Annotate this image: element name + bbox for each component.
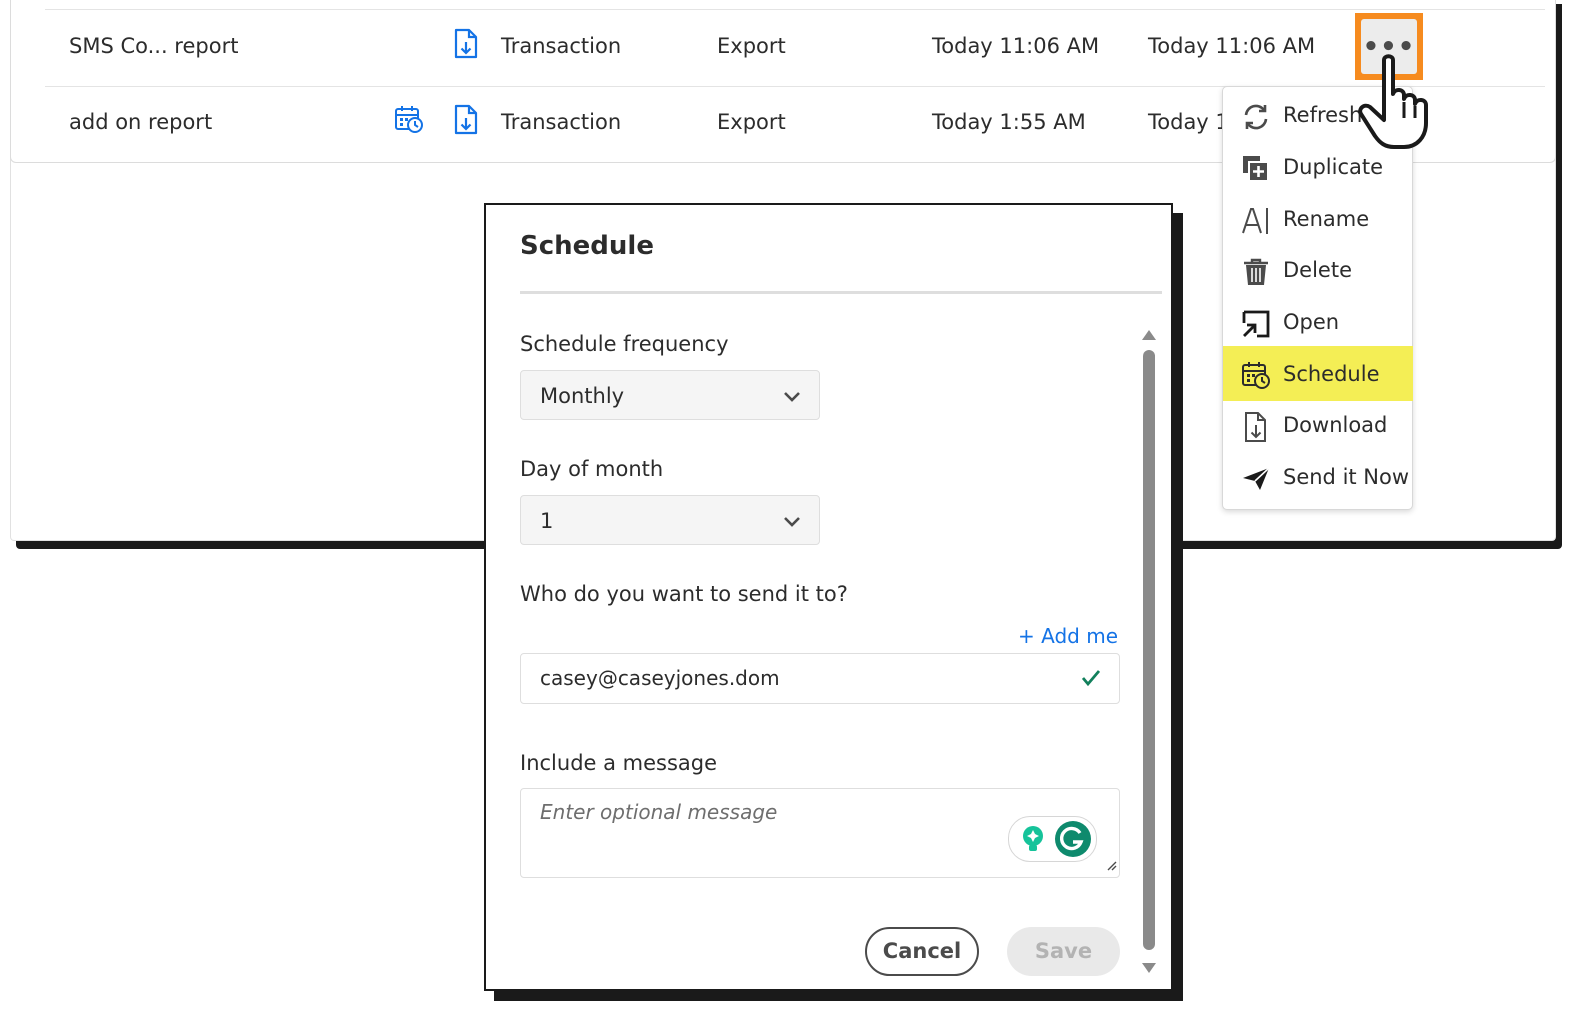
save-button[interactable]: Save	[1007, 927, 1120, 976]
duplicate-icon	[1241, 154, 1271, 184]
scroll-up-arrow-icon[interactable]	[1142, 325, 1156, 344]
schedule-frequency-label: Schedule frequency	[520, 332, 729, 356]
calendar-clock-icon	[394, 104, 424, 139]
divider	[520, 291, 1162, 294]
recipients-label: Who do you want to send it to?	[520, 582, 848, 606]
menu-item-open[interactable]: Open	[1223, 297, 1413, 349]
day-of-month-label: Day of month	[520, 457, 664, 481]
trash-icon	[1241, 257, 1271, 287]
table-row[interactable]: SMS Co... report Transaction Export Toda…	[45, 9, 1545, 87]
report-created: Today 11:06 AM	[932, 34, 1100, 58]
day-of-month-select[interactable]: 1	[520, 495, 820, 545]
refresh-icon	[1241, 102, 1271, 132]
report-created: Today 1:55 AM	[932, 110, 1086, 134]
report-name[interactable]: SMS Co... report	[69, 34, 238, 58]
scrollbar-thumb[interactable]	[1143, 350, 1155, 950]
report-name[interactable]: add on report	[69, 110, 212, 134]
scroll-down-arrow-icon[interactable]	[1142, 958, 1156, 977]
message-label: Include a message	[520, 751, 718, 775]
schedule-frequency-select[interactable]: Monthly	[520, 370, 820, 420]
menu-item-rename[interactable]: Rename	[1223, 194, 1413, 246]
report-modified: Today 11:06 AM	[1148, 34, 1316, 58]
add-me-link[interactable]: + Add me	[1018, 624, 1118, 648]
chevron-down-icon	[783, 513, 801, 532]
dialog-title: Schedule	[520, 231, 654, 261]
menu-item-download[interactable]: Download	[1223, 400, 1413, 452]
resize-handle-icon[interactable]	[1105, 856, 1117, 875]
scrollbar[interactable]	[1140, 325, 1158, 975]
rename-icon	[1241, 206, 1271, 236]
schedule-icon	[1241, 360, 1271, 390]
menu-item-delete[interactable]: Delete	[1223, 245, 1413, 297]
email-field[interactable]: casey@caseyjones.dom	[520, 653, 1120, 704]
send-icon	[1241, 464, 1271, 494]
file-download-icon	[453, 104, 479, 141]
checkmark-icon	[1081, 668, 1101, 692]
chevron-down-icon	[783, 388, 801, 407]
open-icon	[1241, 309, 1271, 339]
menu-item-send-it-now[interactable]: Send it Now	[1223, 452, 1413, 504]
report-action: Export	[717, 34, 786, 58]
download-icon	[1241, 412, 1271, 442]
report-type: Transaction	[501, 110, 622, 134]
grammarly-widget[interactable]	[1008, 816, 1097, 862]
schedule-dialog: Schedule Schedule frequency Monthly Day …	[484, 203, 1173, 991]
hand-pointer-icon	[1358, 52, 1442, 154]
menu-item-schedule[interactable]: Schedule	[1223, 346, 1413, 401]
file-download-icon	[453, 28, 479, 65]
cancel-button[interactable]: Cancel	[865, 927, 979, 976]
grammarly-icon[interactable]	[1054, 820, 1092, 862]
lightbulb-icon[interactable]	[1019, 824, 1047, 858]
report-action: Export	[717, 110, 786, 134]
report-type: Transaction	[501, 34, 622, 58]
message-textarea[interactable]: Enter optional message	[520, 788, 1120, 878]
